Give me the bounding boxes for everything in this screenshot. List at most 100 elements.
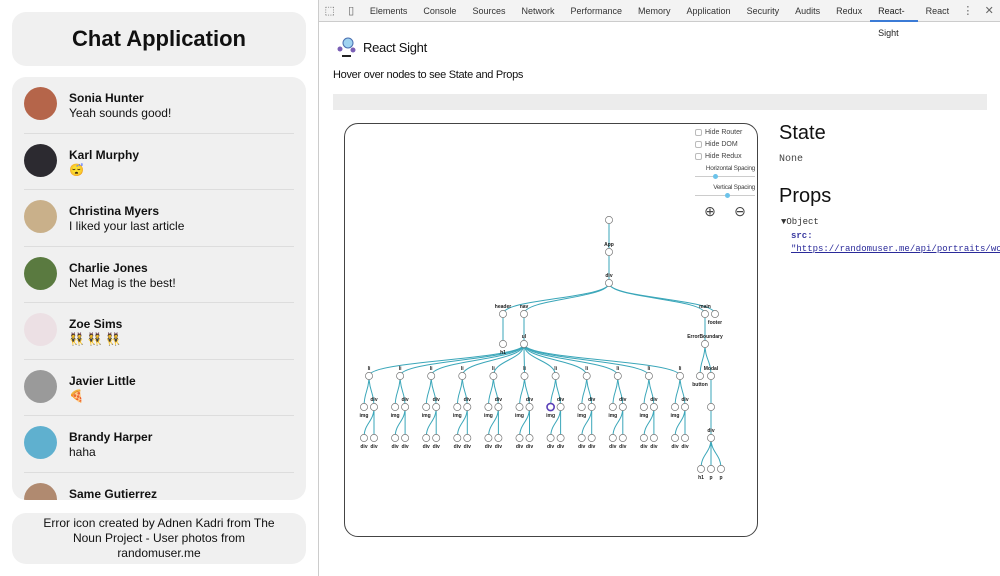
tab-react[interactable]: React: [918, 0, 958, 22]
tree-node[interactable]: [608, 434, 617, 442]
horizontal-spacing-slider[interactable]: [695, 174, 755, 180]
tree-node[interactable]: [365, 372, 373, 380]
chat-list-item[interactable]: Karl Murphy 😴: [24, 134, 294, 190]
tree-node[interactable]: [427, 372, 436, 380]
tree-node[interactable]: [499, 310, 507, 318]
chat-list-item[interactable]: Same Gutierrez: [24, 473, 294, 500]
tree-node[interactable]: [360, 403, 368, 411]
tree-node[interactable]: [587, 434, 596, 442]
tree-node[interactable]: [676, 372, 684, 380]
tree-node[interactable]: [453, 434, 462, 442]
chat-list-item[interactable]: Charlie Jones Net Mag is the best!: [24, 247, 294, 303]
tree-node[interactable]: [639, 434, 648, 442]
tree-node[interactable]: [494, 434, 503, 442]
tree-node[interactable]: [432, 403, 441, 411]
tab-react-sight[interactable]: React-Sight: [870, 0, 918, 38]
tree-node[interactable]: [649, 403, 658, 411]
tree-node[interactable]: [649, 434, 658, 442]
inspect-icon[interactable]: ⬚: [319, 4, 340, 17]
tree-node[interactable]: [587, 403, 596, 411]
tree-node[interactable]: [458, 372, 467, 380]
tab-sources[interactable]: Sources: [464, 0, 513, 22]
tree-node[interactable]: [546, 434, 555, 442]
tree-node[interactable]: [605, 248, 613, 256]
tree-node[interactable]: [556, 434, 565, 442]
vertical-spacing-slider[interactable]: [695, 193, 755, 199]
tree-node[interactable]: [525, 403, 534, 411]
tree-node[interactable]: [401, 434, 410, 442]
tree-node[interactable]: [520, 310, 528, 318]
tree-node[interactable]: [520, 372, 529, 380]
zoom-out-icon[interactable]: ⊖: [734, 203, 746, 220]
tree-node[interactable]: [701, 310, 709, 318]
tree-node[interactable]: [605, 279, 613, 287]
tree-node[interactable]: [453, 403, 462, 411]
more-menu-icon[interactable]: ⋮: [957, 4, 978, 17]
tree-node[interactable]: [613, 372, 622, 380]
tree-node[interactable]: [707, 372, 715, 380]
tree-node[interactable]: [639, 403, 648, 411]
tree-node[interactable]: [546, 402, 555, 412]
tree-node[interactable]: [489, 372, 498, 380]
tree-node[interactable]: [401, 403, 410, 411]
tree-node[interactable]: [484, 434, 493, 442]
chat-list-item[interactable]: Brandy Harper haha: [24, 416, 294, 473]
tree-node[interactable]: [681, 434, 689, 442]
tab-performance[interactable]: Performance: [562, 0, 630, 22]
tree-node[interactable]: [391, 403, 400, 411]
tree-node[interactable]: [707, 465, 715, 473]
tree-node[interactable]: [520, 340, 528, 348]
props-object-toggle[interactable]: ▼Object: [781, 217, 819, 227]
tree-node[interactable]: [484, 403, 493, 411]
tab-redux[interactable]: Redux: [828, 0, 870, 22]
tree-node[interactable]: [515, 434, 524, 442]
zoom-in-icon[interactable]: ⊕: [704, 203, 716, 220]
tree-node[interactable]: [671, 434, 679, 442]
chat-list-item[interactable]: Javier Little 🍕: [24, 360, 294, 416]
tree-node[interactable]: [551, 372, 560, 380]
tree-node[interactable]: [370, 403, 378, 411]
tree-node[interactable]: [671, 403, 679, 411]
tree-node[interactable]: [396, 372, 405, 380]
tree-node[interactable]: [499, 340, 507, 348]
chat-list-item[interactable]: Zoe Sims 👯 👯 👯: [24, 303, 294, 360]
tree-node[interactable]: [391, 434, 400, 442]
tree-node[interactable]: [618, 434, 627, 442]
hide-redux-checkbox[interactable]: Hide Redux: [695, 153, 755, 160]
tab-elements[interactable]: Elements: [362, 0, 416, 22]
tree-node[interactable]: [681, 403, 689, 411]
tree-node[interactable]: [577, 434, 586, 442]
chat-list[interactable]: Sonia Hunter Yeah sounds good! Karl Murphy…: [12, 77, 306, 500]
tree-node[interactable]: [494, 403, 503, 411]
tree-node[interactable]: [707, 434, 715, 442]
tab-audits[interactable]: Audits: [787, 0, 828, 22]
tab-memory[interactable]: Memory: [630, 0, 679, 22]
tab-security[interactable]: Security: [739, 0, 788, 22]
tab-console[interactable]: Console: [415, 0, 464, 22]
tree-node[interactable]: [463, 434, 472, 442]
tab-application[interactable]: Application: [679, 0, 739, 22]
tree-node[interactable]: [370, 434, 378, 442]
tree-node[interactable]: [644, 372, 653, 380]
tree-node[interactable]: [608, 403, 617, 411]
tree-node[interactable]: [463, 403, 472, 411]
component-tree-graph[interactable]: App div header nav main footer h1 ul li img div div…: [344, 123, 758, 537]
device-toggle-icon[interactable]: ▯: [340, 4, 361, 17]
tree-node[interactable]: [717, 465, 725, 473]
hide-dom-checkbox[interactable]: Hide DOM: [695, 141, 755, 148]
tree-node[interactable]: [707, 403, 715, 411]
chat-list-item[interactable]: Christina Myers I liked your last article: [24, 190, 294, 247]
tree-node[interactable]: [422, 403, 431, 411]
chat-list-item[interactable]: Sonia Hunter Yeah sounds good!: [24, 77, 294, 134]
tab-network[interactable]: Network: [513, 0, 562, 22]
tree-node[interactable]: [577, 403, 586, 411]
tree-node[interactable]: [711, 310, 719, 318]
prop-value-link[interactable]: "https://randomuser.me/api/portraits/wo: [791, 244, 1000, 254]
tree-node[interactable]: [582, 372, 591, 380]
tree-node[interactable]: [422, 434, 431, 442]
hide-router-checkbox[interactable]: Hide Router: [695, 129, 755, 136]
tree-node[interactable]: [525, 434, 534, 442]
tree-node[interactable]: [618, 403, 627, 411]
tree-node[interactable]: [605, 216, 613, 224]
tree-node[interactable]: [360, 434, 368, 442]
